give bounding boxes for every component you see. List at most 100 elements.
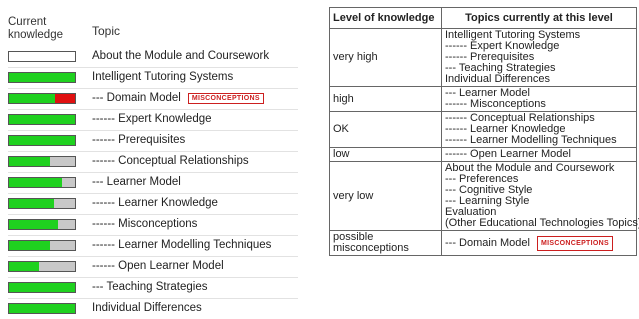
topic-line[interactable]: Individual Differences (445, 74, 633, 85)
list-item[interactable]: ------ Misconceptions (8, 214, 298, 235)
topic-label[interactable]: Individual Differences (92, 302, 202, 314)
knowledge-level-cell: very high (329, 28, 442, 87)
topic-column-header: Topic (92, 24, 121, 38)
topic-line[interactable]: --- Domain Model MISCONCEPTIONS (445, 235, 633, 251)
topic-text: Individual Differences (92, 302, 202, 314)
knowledge-level-bar (8, 72, 76, 83)
topic-text: Intelligent Tutoring Systems (92, 71, 234, 83)
topic-line[interactable]: ------ Open Learner Model (445, 149, 633, 160)
topics-cell: Intelligent Tutoring Systems ------ Exper… (441, 28, 637, 87)
topic-label[interactable]: About the Module and Coursework (92, 50, 269, 62)
topic-label[interactable]: ------ Open Learner Model (92, 260, 224, 272)
unknown-fill (49, 241, 75, 250)
misconceptions-badge: MISCONCEPTIONS (536, 235, 613, 251)
topic-text: About the Module and Coursework (92, 50, 270, 62)
knowledge-level-bar (8, 198, 76, 209)
topic-text: --- Domain Model (92, 92, 181, 104)
knowledge-level-bar (8, 114, 76, 125)
known-fill (9, 178, 62, 187)
topic-label[interactable]: ------ Conceptual Relationships (92, 155, 249, 167)
misconception-fill (55, 94, 75, 103)
misconceptions-badge: MISCONCEPTIONS (187, 93, 264, 104)
topic-text: ------ Conceptual Relationships (92, 155, 249, 167)
table-row: possible misconceptions --- Domain Model M… (329, 230, 637, 256)
topic-text: ------ Learner Modelling Techniques (445, 134, 617, 146)
known-fill (9, 220, 58, 229)
knowledge-bars-panel: Current knowledge Topic About the Module… (0, 0, 302, 314)
list-item[interactable]: ------ Learner Modelling Techniques (8, 235, 298, 256)
unknown-fill (61, 178, 75, 187)
knowledge-level-bar (8, 240, 76, 251)
list-item[interactable]: ------ Prerequisites (8, 130, 298, 151)
topic-text: ------ Open Learner Model (445, 148, 571, 160)
table-header-row: Level of knowledge Topics currently at t… (329, 7, 637, 29)
topic-label[interactable]: --- Domain Model MISCONCEPTIONS (92, 92, 264, 104)
knowledge-level-bar (8, 51, 76, 62)
knowledge-level-bar (8, 177, 76, 188)
topic-text: --- Domain Model (445, 236, 530, 249)
list-item[interactable]: --- Domain Model MISCONCEPTIONS (8, 88, 298, 109)
knowledge-level-bar (8, 156, 76, 167)
list-item[interactable]: Individual Differences (8, 298, 298, 319)
topics-column-header: Topics currently at this level (441, 7, 637, 29)
topic-label[interactable]: --- Learner Model (92, 176, 181, 188)
topic-text: Individual Differences (445, 73, 550, 85)
topic-text: --- Learner Model (92, 176, 181, 188)
knowledge-level-bar (8, 261, 76, 272)
topic-text: ------ Learner Knowledge (92, 197, 218, 209)
knowledge-level-cell: OK (329, 111, 442, 148)
topic-line[interactable]: ------ Learner Modelling Techniques (445, 135, 633, 146)
topic-label[interactable]: ------ Expert Knowledge (92, 113, 212, 125)
topic-label[interactable]: Intelligent Tutoring Systems (92, 71, 233, 83)
known-fill (9, 115, 75, 124)
knowledge-level-bar (8, 93, 76, 104)
table-row: very high Intelligent Tutoring Systems ---… (329, 28, 637, 87)
topic-text: ------ Learner Modelling Techniques (92, 239, 272, 251)
topic-text: ------ Misconceptions (445, 98, 546, 110)
topics-cell: --- Learner Model ------ Misconceptions (441, 86, 637, 112)
knowledge-level-table: Level of knowledge Topics currently at t… (329, 7, 639, 256)
topic-text: --- Teaching Strategies (92, 281, 208, 293)
topic-text: (Other Educational Technologies Topics) (445, 217, 639, 229)
topic-label[interactable]: --- Teaching Strategies (92, 281, 207, 293)
list-item[interactable]: ------ Expert Knowledge (8, 109, 298, 130)
table-row: OK ------ Conceptual Relationships ------ … (329, 111, 637, 148)
topic-text: ------ Misconceptions (92, 218, 198, 230)
topic-line[interactable]: ------ Misconceptions (445, 99, 633, 110)
known-fill (9, 262, 39, 271)
topic-label[interactable]: ------ Learner Modelling Techniques (92, 239, 271, 251)
knowledge-bars-header: Current knowledge Topic (8, 16, 298, 44)
list-item[interactable]: Intelligent Tutoring Systems (8, 67, 298, 88)
known-fill (9, 283, 75, 292)
known-fill (9, 94, 56, 103)
known-fill (9, 241, 50, 250)
topics-cell: --- Domain Model MISCONCEPTIONS (441, 230, 637, 256)
unknown-fill (49, 157, 75, 166)
list-item[interactable]: --- Learner Model (8, 172, 298, 193)
knowledge-level-cell: high (329, 86, 442, 112)
list-item[interactable]: ------ Conceptual Relationships (8, 151, 298, 172)
known-fill (9, 157, 50, 166)
unknown-fill (53, 199, 75, 208)
topics-cell: ------ Conceptual Relationships ------ Le… (441, 111, 637, 148)
topics-cell: About the Module and Coursework --- Prefe… (441, 161, 639, 231)
list-item[interactable]: About the Module and Coursework (8, 47, 298, 67)
topic-label[interactable]: ------ Learner Knowledge (92, 197, 218, 209)
knowledge-level-bar (8, 219, 76, 230)
list-item[interactable]: ------ Learner Knowledge (8, 193, 298, 214)
topic-line[interactable]: (Other Educational Technologies Topics) (445, 218, 639, 229)
table-body: very high Intelligent Tutoring Systems ---… (329, 28, 639, 256)
known-fill (9, 199, 54, 208)
list-item[interactable]: ------ Open Learner Model (8, 256, 298, 277)
topic-label[interactable]: ------ Prerequisites (92, 134, 185, 146)
topic-label[interactable]: ------ Misconceptions (92, 218, 197, 230)
knowledge-level-table-panel: Level of knowledge Topics currently at t… (329, 7, 639, 256)
unknown-fill (38, 262, 75, 271)
known-fill (9, 136, 75, 145)
knowledge-level-cell: very low (329, 161, 442, 231)
topic-text: ------ Prerequisites (92, 134, 186, 146)
current-knowledge-column-header: Current knowledge (8, 16, 63, 41)
knowledge-topic-list: About the Module and Coursework Intellige… (0, 47, 302, 319)
topics-cell: ------ Open Learner Model (441, 147, 637, 162)
knowledge-level-cell: possible misconceptions (329, 230, 442, 256)
